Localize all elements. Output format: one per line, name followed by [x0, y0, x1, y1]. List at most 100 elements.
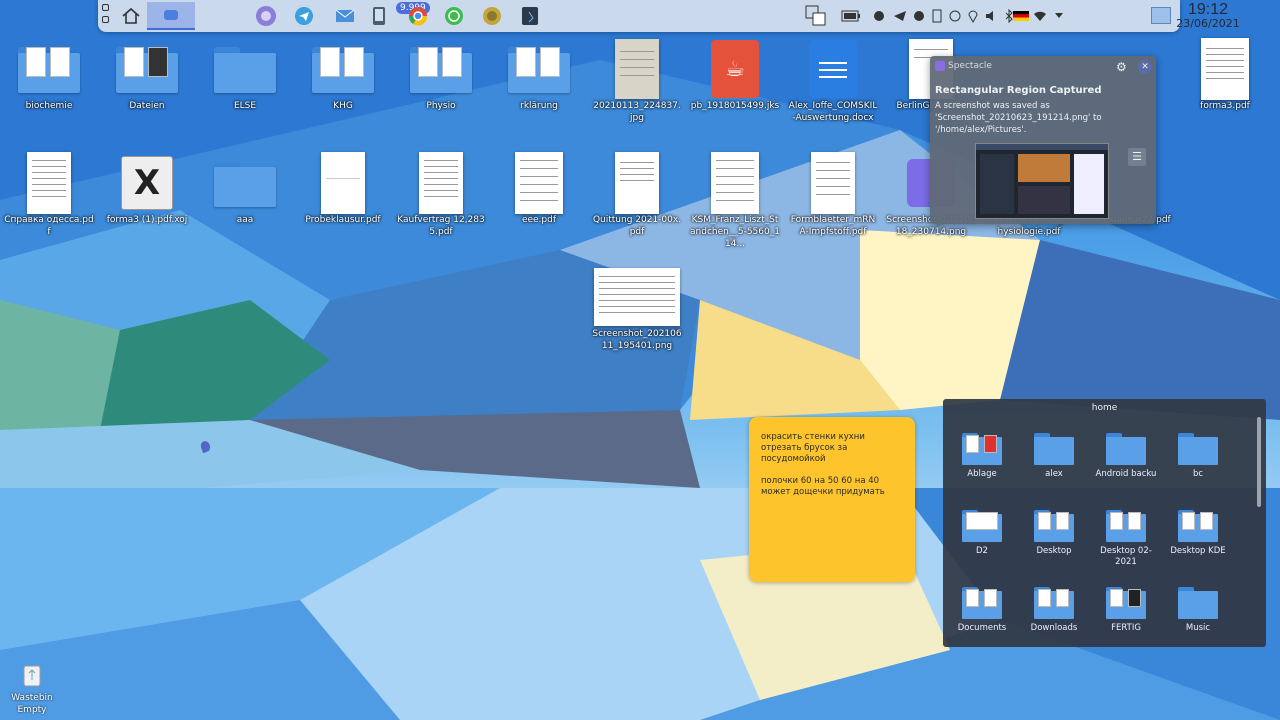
note-line: полочки 60 на 50 60 на 40: [761, 476, 880, 486]
volume-icon: [986, 11, 993, 21]
folder-item-label: FERTIG: [1111, 623, 1141, 633]
whatsapp-icon: [445, 7, 463, 25]
desktop-item[interactable]: Formblaetter_mRNA-Impfstoff.pdf: [788, 152, 878, 238]
pdf-icon: [615, 152, 659, 214]
sheet-music-icon: [515, 152, 563, 214]
desktop-item[interactable]: KHG: [298, 38, 388, 112]
clock[interactable]: 19:12 23/06/2021: [1168, 1, 1248, 30]
note-line: окрасить стенки кухни: [761, 432, 865, 442]
desktop-item[interactable]: Dateien: [102, 38, 192, 112]
top-panel: 9.999 19:12 23/06/2021: [98, 0, 1240, 32]
sticky-note[interactable]: окрасить стенки кухни отрезать брусок за…: [749, 417, 915, 582]
wifi-tray[interactable]: [1032, 8, 1048, 24]
desktop-item[interactable]: rklärung: [494, 38, 584, 112]
folder-item[interactable]: alex: [1018, 425, 1090, 480]
desktop-item-label: aaa: [236, 215, 254, 225]
notification-menu-button[interactable]: ☰: [1128, 148, 1146, 166]
note-line: может дощечки придумать: [761, 487, 885, 497]
active-window-icon: [164, 10, 178, 20]
folder-item[interactable]: Android backu: [1090, 425, 1162, 480]
desktop-item[interactable]: Probeklausur.pdf: [298, 152, 388, 226]
desktop-item-label: Probeklausur.pdf: [305, 215, 381, 225]
keyboard-layout-tray[interactable]: [1012, 8, 1030, 24]
notification-settings-button[interactable]: ⚙: [1116, 60, 1127, 74]
trash-icon: [23, 665, 41, 687]
desktop-item[interactable]: X forma3 (1).pdf.xoj: [102, 152, 192, 226]
folder-view-title: home: [1091, 403, 1118, 413]
volume-tray[interactable]: [984, 8, 998, 24]
wastebin[interactable]: Wastebin Empty: [2, 664, 62, 716]
clipboard-tray[interactable]: [930, 8, 944, 24]
folder-icon: [312, 45, 374, 93]
phone-icon: [373, 7, 385, 25]
folder-item[interactable]: Desktop: [1018, 502, 1090, 557]
desktop-item[interactable]: eee.pdf: [494, 152, 584, 226]
folder-item[interactable]: FERTIG: [1090, 579, 1162, 634]
desktop-item[interactable]: Quittung 2021-00x.pdf: [592, 152, 682, 238]
desktop-item[interactable]: Physio: [396, 38, 486, 112]
updates-icon: [949, 10, 961, 22]
desktop-item[interactable]: Alex_Ioffe_COMSKIL-Auswertung.docx: [788, 38, 878, 124]
bitcoin-task[interactable]: [478, 2, 506, 30]
screenshot-preview[interactable]: [975, 143, 1109, 219]
document-icon: [809, 40, 857, 98]
bitcoin-icon: [483, 7, 501, 25]
updates-tray[interactable]: [948, 8, 962, 24]
battery-tray[interactable]: [840, 8, 862, 24]
desktop-item[interactable]: aaa: [200, 152, 290, 226]
translate-tray[interactable]: [804, 5, 828, 27]
desktop-item-label: Alex_Ioffe_COMSKIL-Auswertung.docx: [788, 101, 878, 123]
folder-item[interactable]: Music: [1162, 579, 1234, 634]
media-tray[interactable]: [872, 8, 886, 24]
folder-icon: [962, 433, 1002, 465]
desktop-item-label: Справка одесса.pdf: [4, 215, 94, 237]
folder-icon: [1034, 587, 1074, 619]
folder-view-widget[interactable]: home Ablage alex Android backu bc D2 Des…: [943, 399, 1266, 647]
desktop-item[interactable]: Kaufvertrag 12,2835.pdf: [396, 152, 486, 238]
folder-item[interactable]: Downloads: [1018, 579, 1090, 634]
translate-icon: [805, 5, 826, 26]
folder-item[interactable]: bc: [1162, 425, 1234, 480]
home-button[interactable]: [118, 2, 144, 30]
desktop-item-label: Kaufvertrag 12,2835.pdf: [397, 215, 485, 237]
folder-item[interactable]: Desktop 02-2021: [1090, 502, 1162, 568]
folder-item[interactable]: D2: [946, 502, 1018, 557]
folder-item-label: Desktop: [1036, 546, 1072, 556]
tray-expand-button[interactable]: [1052, 8, 1066, 24]
chrome-task[interactable]: [404, 2, 432, 30]
whatsapp-task[interactable]: [440, 2, 468, 30]
desktop-item[interactable]: KSM_Franz_Liszt_Standchen__5-5560_114...: [690, 152, 780, 250]
desktop-item[interactable]: biochemie: [4, 38, 94, 112]
show-desktop-button[interactable]: [1151, 7, 1171, 24]
folder-item[interactable]: Desktop KDE: [1162, 502, 1234, 557]
notification-close-button[interactable]: ✕: [1138, 60, 1152, 74]
desktop-item-label: forma3.pdf: [1200, 101, 1250, 111]
desktop-item-label: Formblaetter_mRNA-Impfstoff.pdf: [790, 215, 876, 237]
folder-view-scrollbar[interactable]: [1257, 417, 1261, 507]
spectacle-notification[interactable]: Spectacle ⚙ ✕ Rectangular Region Capture…: [930, 56, 1156, 224]
folder-item[interactable]: Documents: [946, 579, 1018, 634]
location-tray[interactable]: [966, 8, 980, 24]
desktop-item-label: ELSE: [233, 101, 257, 111]
desktop-item[interactable]: Screenshot_20210611_195401.png: [592, 266, 682, 352]
screenshot-preview-image: [976, 144, 1108, 214]
desktop-item[interactable]: ELSE: [200, 38, 290, 112]
panel-lock-icons[interactable]: [102, 4, 112, 28]
mail-task[interactable]: [332, 2, 358, 30]
close-icon: ✕: [1141, 62, 1149, 72]
telegram-task[interactable]: [290, 2, 318, 30]
home-icon: [122, 7, 140, 24]
info-tray[interactable]: [912, 8, 926, 24]
desktop-item[interactable]: Справка одесса.pdf: [4, 152, 94, 238]
phone-task[interactable]: [366, 2, 392, 30]
browser-task[interactable]: [248, 2, 284, 30]
terminal-task[interactable]: [516, 2, 544, 30]
active-window-task[interactable]: [147, 2, 195, 30]
telegram-tray[interactable]: [892, 8, 908, 24]
desktop-item-label: 20210113_224837.jpg: [593, 101, 681, 123]
desktop-item[interactable]: ☕ pb_1918015499.jks: [690, 38, 780, 112]
folder-item[interactable]: Ablage: [946, 425, 1018, 480]
pdf-icon: [321, 152, 365, 214]
desktop-item[interactable]: 20210113_224837.jpg: [592, 38, 682, 124]
desktop-item[interactable]: forma3.pdf: [1180, 38, 1270, 112]
